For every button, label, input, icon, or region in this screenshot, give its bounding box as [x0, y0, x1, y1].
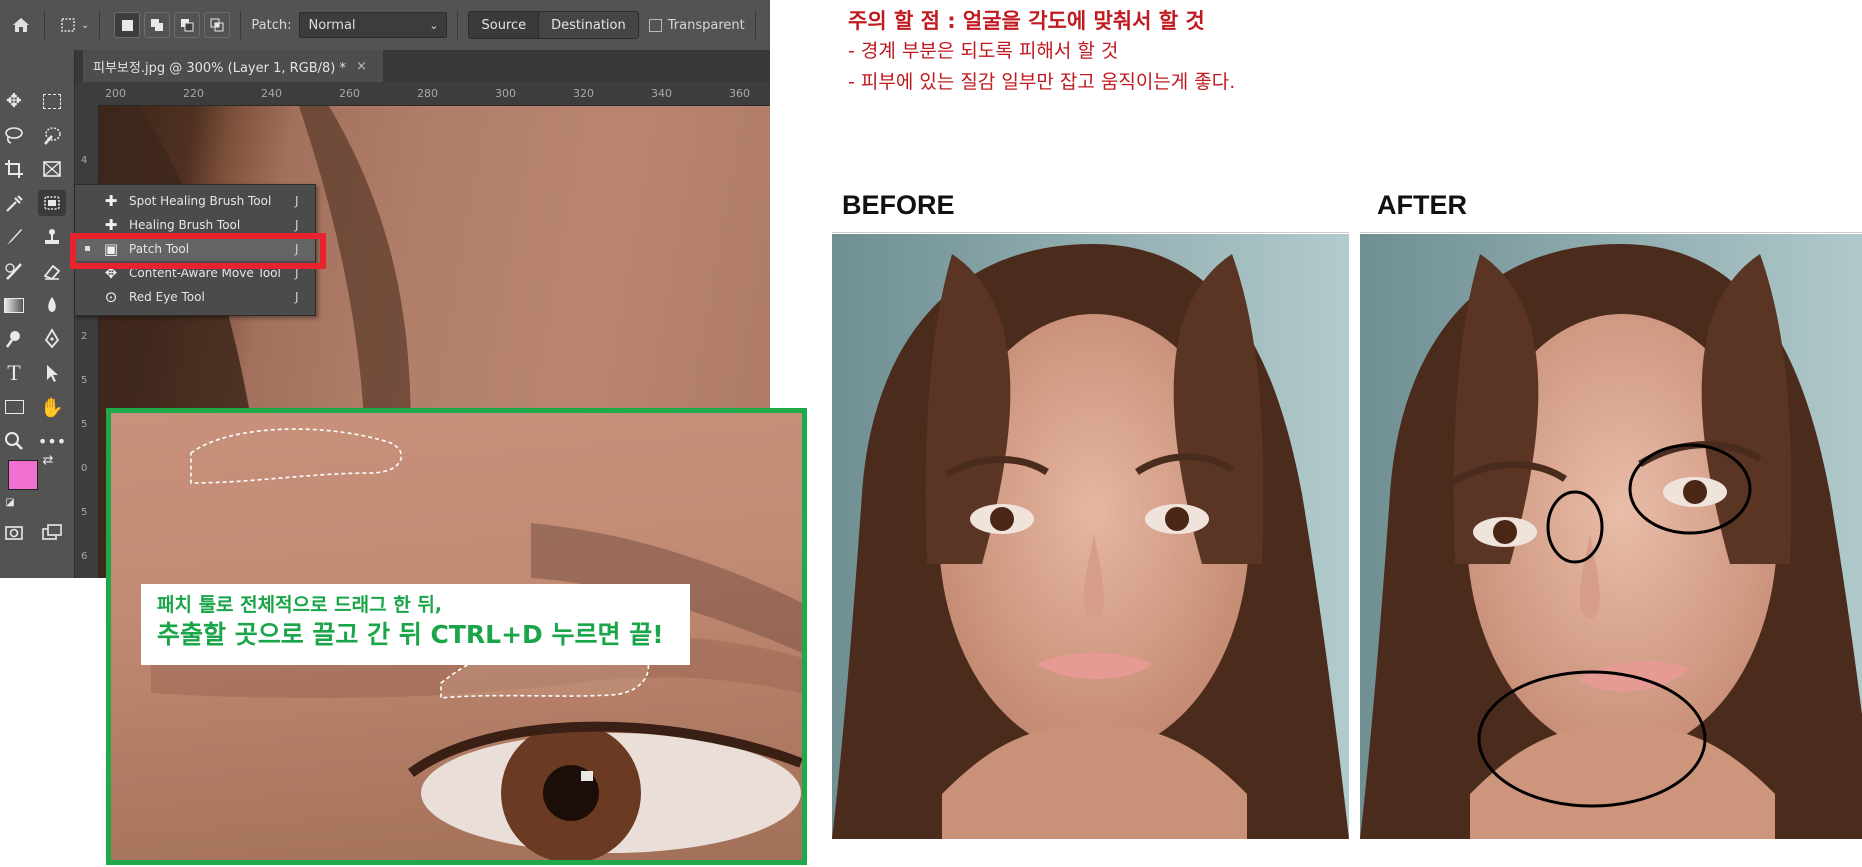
caption-line-1: 패치 툴로 전체적으로 드래그 한 뒤, [157, 594, 443, 616]
divider [832, 232, 1349, 233]
frame-tool-icon[interactable] [38, 156, 66, 182]
warning-bullet: - 경계 부분은 되도록 피해서 할 것 [848, 40, 1119, 62]
flyout-item[interactable]: ✚ Spot Healing Brush Tool J [75, 189, 315, 213]
flyout-item[interactable]: ⊙ Red Eye Tool J [75, 285, 315, 309]
quick-selection-tool-icon[interactable] [38, 122, 66, 148]
patch-mode-select[interactable]: Normal ⌄ [299, 12, 448, 38]
ruler-tick-label: 340 [651, 87, 672, 100]
ruler-horizontal: 200 220 240 260 280 300 320 340 360 [75, 82, 770, 106]
transparent-option[interactable]: Transparent [648, 17, 745, 33]
options-bar: ⌄ Patch: Normal ⌄ Source Destination Tra… [0, 0, 770, 51]
before-photo [832, 234, 1349, 839]
flyout-item-label: Healing Brush Tool [129, 218, 241, 232]
swap-colors-icon[interactable]: ⇄ [40, 452, 56, 468]
default-colors-icon[interactable]: ◪ [2, 494, 18, 510]
subtract-selection-icon[interactable] [174, 12, 201, 38]
warning-title: 주의 할 점 : 얼굴을 각도에 맞춰서 할 것 [848, 9, 1205, 33]
close-icon[interactable]: × [356, 59, 367, 74]
dodge-tool-icon[interactable] [0, 326, 28, 352]
new-selection-icon[interactable] [114, 12, 141, 38]
chevron-down-icon: ⌄ [429, 18, 439, 32]
warning-bullet: - 피부에 있는 질감 일부만 잡고 움직이는게 좋다. [848, 71, 1236, 93]
screen-mode-icon[interactable] [38, 520, 66, 546]
ruler-vertical: 4520255056 [75, 105, 99, 578]
patch-tool-icon[interactable] [38, 190, 66, 216]
zoom-tool-icon[interactable] [0, 428, 28, 454]
history-brush-tool-icon[interactable] [0, 258, 28, 284]
intersect-selection-icon[interactable] [204, 12, 231, 38]
transparent-label: Transparent [667, 17, 745, 33]
document-tab[interactable]: 피부보정.jpg @ 300% (Layer 1, RGB/8) * × [83, 50, 383, 82]
ruler-tick-label: 2 [81, 331, 88, 342]
tools-panel: ✥ T ✋ ••• ⇄ ◪ [0, 50, 75, 578]
ruler-tick-label: 280 [417, 87, 438, 100]
source-destination-toggle: Source Destination [468, 11, 639, 39]
flyout-item-shortcut: J [295, 290, 299, 304]
clone-stamp-tool-icon[interactable] [38, 224, 66, 250]
add-selection-icon[interactable] [144, 12, 171, 38]
move-tool-icon[interactable]: ✥ [0, 88, 28, 114]
ruler-tick-label: 360 [729, 87, 750, 100]
hand-tool-icon[interactable]: ✋ [38, 394, 66, 420]
patch-tool-preset-icon[interactable] [55, 12, 81, 38]
spot-healing-icon: ✚ [104, 192, 118, 210]
crop-tool-icon[interactable] [0, 156, 28, 182]
ruler-tick-label: 220 [183, 87, 204, 100]
transparent-checkbox[interactable] [648, 18, 662, 32]
type-tool-icon[interactable]: T [0, 360, 28, 386]
foreground-color-swatch[interactable] [8, 460, 38, 490]
inset-caption-box: 패치 툴로 전체적으로 드래그 한 뒤, 추출할 곳으로 끌고 간 뒤 CTRL… [141, 584, 690, 665]
ruler-tick-label: 5 [81, 507, 88, 518]
after-photo [1360, 234, 1862, 839]
patch-label: Patch: [251, 17, 292, 33]
caption-line-2: 추출할 곳으로 끌고 간 뒤 CTRL+D 누르면 끝! [157, 620, 664, 649]
ruler-tick-label: 300 [495, 87, 516, 100]
ruler-tick-label: 260 [339, 87, 360, 100]
ruler-tick-label: 4 [81, 155, 88, 166]
chevron-down-icon[interactable]: ⌄ [81, 20, 89, 31]
brush-tool-icon[interactable] [0, 224, 28, 250]
ruler-tick-label: 320 [573, 87, 594, 100]
quick-mask-icon[interactable] [0, 520, 28, 546]
ruler-tick-label: 5 [81, 419, 88, 430]
ruler-tick-label: 5 [81, 375, 88, 386]
after-label: AFTER [1377, 190, 1467, 220]
healing-brush-icon: ✚ [104, 216, 118, 234]
rectangle-tool-icon[interactable] [0, 394, 28, 420]
red-eye-icon: ⊙ [104, 288, 118, 306]
flyout-item-label: Spot Healing Brush Tool [129, 194, 272, 208]
patch-mode-value: Normal [308, 17, 356, 33]
ruler-tick-label: 0 [81, 463, 88, 474]
lasso-tool-icon[interactable] [0, 122, 28, 148]
path-selection-tool-icon[interactable] [38, 360, 66, 386]
gradient-tool-icon[interactable] [0, 292, 28, 318]
patch-tool-highlight [70, 233, 326, 269]
marquee-tool-icon[interactable] [38, 88, 66, 114]
flyout-item-label: Red Eye Tool [129, 290, 205, 304]
home-icon[interactable] [8, 12, 34, 38]
blur-tool-icon[interactable] [38, 292, 66, 318]
source-button[interactable]: Source [469, 12, 540, 38]
eraser-tool-icon[interactable] [38, 258, 66, 284]
warning-notes: 주의 할 점 : 얼굴을 각도에 맞춰서 할 것 - 경계 부분은 되도록 피해… [848, 6, 1235, 98]
ruler-tick-label: 200 [105, 87, 126, 100]
flyout-item-shortcut: J [295, 194, 299, 208]
destination-button[interactable]: Destination [539, 12, 638, 38]
divider [1360, 232, 1862, 233]
patch-selection-source [190, 428, 403, 484]
flyout-item-shortcut: J [295, 218, 299, 232]
document-tab-title: 피부보정.jpg @ 300% (Layer 1, RGB/8) * [93, 60, 347, 76]
before-label: BEFORE [842, 190, 955, 220]
pen-tool-icon[interactable] [38, 326, 66, 352]
eyedropper-tool-icon[interactable] [0, 190, 28, 216]
more-tools-icon[interactable]: ••• [38, 428, 66, 454]
ruler-tick-label: 6 [81, 551, 88, 562]
ruler-tick-label: 240 [261, 87, 282, 100]
